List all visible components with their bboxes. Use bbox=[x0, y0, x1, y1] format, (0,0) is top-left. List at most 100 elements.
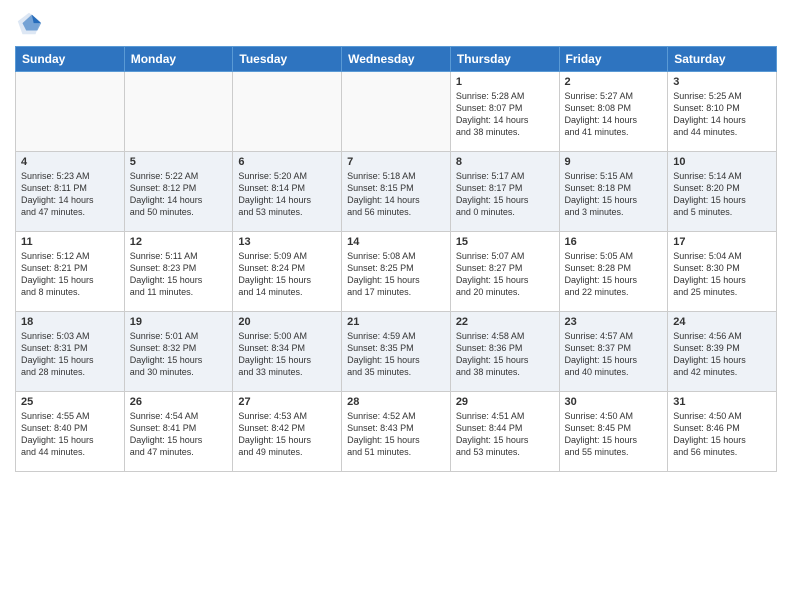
day-info: Sunrise: 5:22 AM Sunset: 8:12 PM Dayligh… bbox=[130, 170, 228, 219]
day-number: 28 bbox=[347, 396, 445, 408]
day-info: Sunrise: 4:54 AM Sunset: 8:41 PM Dayligh… bbox=[130, 410, 228, 459]
calendar-cell: 15 Sunrise: 5:07 AM Sunset: 8:27 PM Dayli… bbox=[450, 232, 559, 312]
week-row-4: 25 Sunrise: 4:55 AM Sunset: 8:40 PM Dayli… bbox=[16, 392, 777, 472]
calendar-cell: 28 Sunrise: 4:52 AM Sunset: 8:43 PM Dayli… bbox=[342, 392, 451, 472]
header bbox=[15, 10, 777, 38]
calendar-cell bbox=[342, 72, 451, 152]
calendar-cell: 16Sunrise: 5:05 AM Sunset: 8:28 PM Dayli… bbox=[559, 232, 668, 312]
week-row-0: 1 Sunrise: 5:28 AM Sunset: 8:07 PM Daylig… bbox=[16, 72, 777, 152]
day-info: Sunrise: 5:08 AM Sunset: 8:25 PM Dayligh… bbox=[347, 250, 445, 299]
day-number: 4 bbox=[21, 156, 119, 168]
day-info: Sunrise: 5:11 AM Sunset: 8:23 PM Dayligh… bbox=[130, 250, 228, 299]
calendar-cell: 1 Sunrise: 5:28 AM Sunset: 8:07 PM Daylig… bbox=[450, 72, 559, 152]
day-info: Sunrise: 5:23 AM Sunset: 8:11 PM Dayligh… bbox=[21, 170, 119, 219]
calendar-cell: 7Sunrise: 5:18 AM Sunset: 8:15 PM Daylig… bbox=[342, 152, 451, 232]
calendar-cell: 21 Sunrise: 4:59 AM Sunset: 8:35 PM Dayli… bbox=[342, 312, 451, 392]
calendar-cell: 20 Sunrise: 5:00 AM Sunset: 8:34 PM Dayli… bbox=[233, 312, 342, 392]
calendar-cell: 12 Sunrise: 5:11 AM Sunset: 8:23 PM Dayli… bbox=[124, 232, 233, 312]
day-info: Sunrise: 5:07 AM Sunset: 8:27 PM Dayligh… bbox=[456, 250, 554, 299]
day-number: 16 bbox=[565, 236, 663, 248]
day-info: Sunrise: 5:25 AM Sunset: 8:10 PM Dayligh… bbox=[673, 90, 771, 139]
day-info: Sunrise: 5:15 AM Sunset: 8:18 PM Dayligh… bbox=[565, 170, 663, 219]
day-number: 8 bbox=[456, 156, 554, 168]
day-info: Sunrise: 4:55 AM Sunset: 8:40 PM Dayligh… bbox=[21, 410, 119, 459]
day-info: Sunrise: 4:50 AM Sunset: 8:46 PM Dayligh… bbox=[673, 410, 771, 459]
day-info: Sunrise: 5:04 AM Sunset: 8:30 PM Dayligh… bbox=[673, 250, 771, 299]
calendar-cell bbox=[233, 72, 342, 152]
weekday-header-row: SundayMondayTuesdayWednesdayThursdayFrid… bbox=[16, 47, 777, 72]
calendar-table: SundayMondayTuesdayWednesdayThursdayFrid… bbox=[15, 46, 777, 472]
day-number: 29 bbox=[456, 396, 554, 408]
day-number: 2 bbox=[565, 76, 663, 88]
day-info: Sunrise: 4:59 AM Sunset: 8:35 PM Dayligh… bbox=[347, 330, 445, 379]
day-number: 14 bbox=[347, 236, 445, 248]
day-number: 31 bbox=[673, 396, 771, 408]
day-info: Sunrise: 5:09 AM Sunset: 8:24 PM Dayligh… bbox=[238, 250, 336, 299]
day-number: 19 bbox=[130, 316, 228, 328]
calendar-cell: 26 Sunrise: 4:54 AM Sunset: 8:41 PM Dayli… bbox=[124, 392, 233, 472]
weekday-header-monday: Monday bbox=[124, 47, 233, 72]
day-number: 17 bbox=[673, 236, 771, 248]
day-info: Sunrise: 5:27 AM Sunset: 8:08 PM Dayligh… bbox=[565, 90, 663, 139]
day-number: 10 bbox=[673, 156, 771, 168]
weekday-header-wednesday: Wednesday bbox=[342, 47, 451, 72]
day-number: 21 bbox=[347, 316, 445, 328]
page: SundayMondayTuesdayWednesdayThursdayFrid… bbox=[0, 0, 792, 482]
day-number: 5 bbox=[130, 156, 228, 168]
day-number: 20 bbox=[238, 316, 336, 328]
calendar-cell: 14 Sunrise: 5:08 AM Sunset: 8:25 PM Dayli… bbox=[342, 232, 451, 312]
calendar-cell: 19 Sunrise: 5:01 AM Sunset: 8:32 PM Dayli… bbox=[124, 312, 233, 392]
calendar-cell: 11 Sunrise: 5:12 AM Sunset: 8:21 PM Dayli… bbox=[16, 232, 125, 312]
day-info: Sunrise: 4:56 AM Sunset: 8:39 PM Dayligh… bbox=[673, 330, 771, 379]
calendar-cell: 29Sunrise: 4:51 AM Sunset: 8:44 PM Dayli… bbox=[450, 392, 559, 472]
day-number: 1 bbox=[456, 76, 554, 88]
calendar-cell: 25 Sunrise: 4:55 AM Sunset: 8:40 PM Dayli… bbox=[16, 392, 125, 472]
calendar-cell: 22Sunrise: 4:58 AM Sunset: 8:36 PM Dayli… bbox=[450, 312, 559, 392]
day-info: Sunrise: 5:17 AM Sunset: 8:17 PM Dayligh… bbox=[456, 170, 554, 219]
day-info: Sunrise: 4:50 AM Sunset: 8:45 PM Dayligh… bbox=[565, 410, 663, 459]
calendar-cell: 17 Sunrise: 5:04 AM Sunset: 8:30 PM Dayli… bbox=[668, 232, 777, 312]
day-number: 11 bbox=[21, 236, 119, 248]
day-number: 24 bbox=[673, 316, 771, 328]
day-number: 22 bbox=[456, 316, 554, 328]
day-info: Sunrise: 5:00 AM Sunset: 8:34 PM Dayligh… bbox=[238, 330, 336, 379]
day-info: Sunrise: 5:12 AM Sunset: 8:21 PM Dayligh… bbox=[21, 250, 119, 299]
calendar-cell: 8 Sunrise: 5:17 AM Sunset: 8:17 PM Daylig… bbox=[450, 152, 559, 232]
day-number: 7 bbox=[347, 156, 445, 168]
day-info: Sunrise: 4:52 AM Sunset: 8:43 PM Dayligh… bbox=[347, 410, 445, 459]
calendar-cell: 10 Sunrise: 5:14 AM Sunset: 8:20 PM Dayli… bbox=[668, 152, 777, 232]
calendar-cell: 3 Sunrise: 5:25 AM Sunset: 8:10 PM Daylig… bbox=[668, 72, 777, 152]
calendar-cell: 2 Sunrise: 5:27 AM Sunset: 8:08 PM Daylig… bbox=[559, 72, 668, 152]
day-number: 23 bbox=[565, 316, 663, 328]
day-number: 26 bbox=[130, 396, 228, 408]
day-info: Sunrise: 5:03 AM Sunset: 8:31 PM Dayligh… bbox=[21, 330, 119, 379]
day-info: Sunrise: 5:20 AM Sunset: 8:14 PM Dayligh… bbox=[238, 170, 336, 219]
weekday-header-tuesday: Tuesday bbox=[233, 47, 342, 72]
day-number: 30 bbox=[565, 396, 663, 408]
weekday-header-friday: Friday bbox=[559, 47, 668, 72]
day-info: Sunrise: 5:28 AM Sunset: 8:07 PM Dayligh… bbox=[456, 90, 554, 139]
week-row-3: 18 Sunrise: 5:03 AM Sunset: 8:31 PM Dayli… bbox=[16, 312, 777, 392]
weekday-header-sunday: Sunday bbox=[16, 47, 125, 72]
day-info: Sunrise: 4:57 AM Sunset: 8:37 PM Dayligh… bbox=[565, 330, 663, 379]
day-number: 9 bbox=[565, 156, 663, 168]
day-number: 12 bbox=[130, 236, 228, 248]
week-row-2: 11 Sunrise: 5:12 AM Sunset: 8:21 PM Dayli… bbox=[16, 232, 777, 312]
calendar-cell: 31 Sunrise: 4:50 AM Sunset: 8:46 PM Dayli… bbox=[668, 392, 777, 472]
calendar-cell bbox=[124, 72, 233, 152]
logo bbox=[15, 10, 47, 38]
day-number: 13 bbox=[238, 236, 336, 248]
day-number: 3 bbox=[673, 76, 771, 88]
calendar-cell bbox=[16, 72, 125, 152]
calendar-cell: 6Sunrise: 5:20 AM Sunset: 8:14 PM Daylig… bbox=[233, 152, 342, 232]
day-info: Sunrise: 5:01 AM Sunset: 8:32 PM Dayligh… bbox=[130, 330, 228, 379]
day-info: Sunrise: 4:53 AM Sunset: 8:42 PM Dayligh… bbox=[238, 410, 336, 459]
day-number: 15 bbox=[456, 236, 554, 248]
calendar-cell: 4 Sunrise: 5:23 AM Sunset: 8:11 PM Daylig… bbox=[16, 152, 125, 232]
day-number: 18 bbox=[21, 316, 119, 328]
calendar-cell: 18 Sunrise: 5:03 AM Sunset: 8:31 PM Dayli… bbox=[16, 312, 125, 392]
calendar-cell: 9 Sunrise: 5:15 AM Sunset: 8:18 PM Daylig… bbox=[559, 152, 668, 232]
day-number: 25 bbox=[21, 396, 119, 408]
calendar-cell: 5 Sunrise: 5:22 AM Sunset: 8:12 PM Daylig… bbox=[124, 152, 233, 232]
day-info: Sunrise: 5:14 AM Sunset: 8:20 PM Dayligh… bbox=[673, 170, 771, 219]
